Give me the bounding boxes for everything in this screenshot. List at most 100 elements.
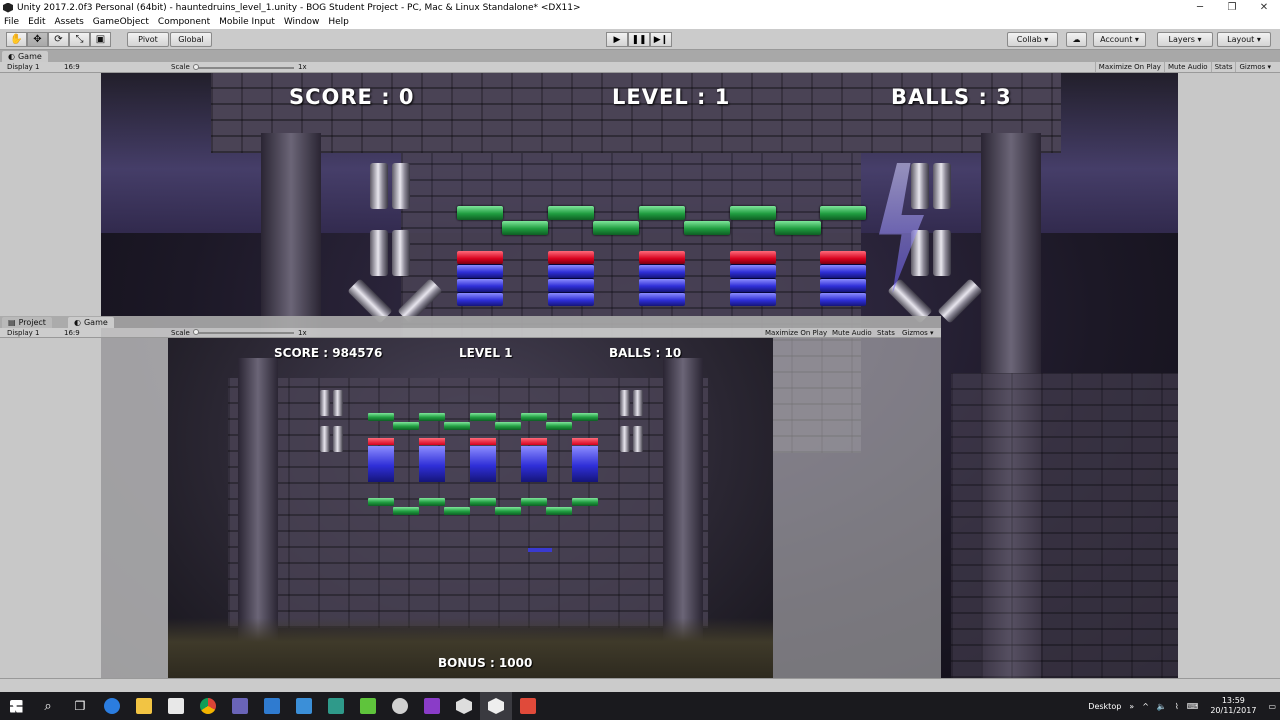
taskbar-unity[interactable] xyxy=(448,692,480,720)
layout-button[interactable]: Layout ▾ xyxy=(1217,32,1271,47)
preview-hud-score: SCORE : 984576 xyxy=(274,346,383,360)
notification-icon[interactable]: ▭ xyxy=(1268,702,1276,711)
mute-audio-toggle-2[interactable]: Mute Audio xyxy=(832,329,872,337)
camtasia-icon xyxy=(360,698,376,714)
taskbar-chrome[interactable] xyxy=(192,692,224,720)
window-title-bar: Unity 2017.2.0f3 Personal (64bit) - haun… xyxy=(0,0,1280,15)
collab-button[interactable]: Collab ▾ xyxy=(1007,32,1058,47)
menu-mobile-input[interactable]: Mobile Input xyxy=(219,17,275,27)
rotate-tool-icon[interactable]: ⟳ xyxy=(48,32,69,47)
folder-icon xyxy=(136,698,152,714)
preview-pipe xyxy=(320,390,330,416)
stats-toggle-2[interactable]: Stats xyxy=(877,329,895,337)
show-hidden-icon[interactable]: ^ xyxy=(1142,702,1149,711)
menu-window[interactable]: Window xyxy=(284,17,320,27)
window-controls: ─ ❐ ✕ xyxy=(1184,0,1280,15)
window-title: Unity 2017.2.0f3 Personal (64bit) - haun… xyxy=(17,2,581,13)
start-button[interactable] xyxy=(0,692,32,720)
volume-icon[interactable]: 🔈 xyxy=(1157,702,1167,711)
network-icon[interactable]: ⌇ xyxy=(1175,702,1179,711)
menu-component[interactable]: Component xyxy=(158,17,210,27)
display-dropdown-2[interactable]: Display 1 xyxy=(7,329,39,337)
scale-tool-icon[interactable]: ⤡ xyxy=(69,32,90,47)
main-toolbar: ✋ ✥ ⟳ ⤡ ▣ Pivot Global ▶ ❚❚ ▶❙ Collab ▾ … xyxy=(0,29,1280,50)
step-button[interactable]: ▶❙ xyxy=(650,32,672,47)
layers-button[interactable]: Layers ▾ xyxy=(1157,32,1213,47)
aspect-dropdown[interactable]: 16:9 xyxy=(64,63,80,71)
move-tool-icon[interactable]: ✥ xyxy=(27,32,48,47)
menu-gameobject[interactable]: GameObject xyxy=(93,17,149,27)
play-button[interactable]: ▶ xyxy=(606,32,628,47)
maximize-on-play-toggle[interactable]: Maximize On Play xyxy=(1094,62,1164,72)
preview-brick-green xyxy=(572,498,598,506)
brick-blue xyxy=(730,264,776,278)
taskbar-media[interactable] xyxy=(288,692,320,720)
account-button[interactable]: Account ▾ xyxy=(1093,32,1146,47)
close-button[interactable]: ✕ xyxy=(1248,0,1280,15)
pivot-button[interactable]: Pivot xyxy=(127,32,169,47)
scale-value: 1x xyxy=(298,63,307,71)
gizmos-dropdown-2[interactable]: Gizmos ▾ xyxy=(902,329,934,337)
chevron-icon[interactable]: » xyxy=(1129,702,1134,711)
mute-audio-toggle[interactable]: Mute Audio xyxy=(1163,62,1211,72)
photoshop-icon xyxy=(264,698,280,714)
hand-tool-icon[interactable]: ✋ xyxy=(6,32,27,47)
menu-assets[interactable]: Assets xyxy=(55,17,84,27)
display-dropdown[interactable]: Display 1 xyxy=(7,63,39,71)
game-scene-preview[interactable]: SCORE : 984576 LEVEL 1 BALLS : 10 BONUS … xyxy=(168,338,773,678)
cloud-icon: ☁ xyxy=(1072,35,1081,44)
taskbar-explorer[interactable] xyxy=(128,692,160,720)
search-button[interactable]: ⌕ xyxy=(32,692,64,720)
scale-slider-track-2[interactable] xyxy=(194,332,294,334)
preview-pipe xyxy=(633,426,643,452)
brick-blue xyxy=(639,292,685,306)
taskbar-unity-active[interactable] xyxy=(480,692,512,720)
desktop-toolbar[interactable]: Desktop xyxy=(1088,702,1121,711)
keyboard-icon[interactable]: ⌨ xyxy=(1187,702,1199,711)
preview-hud-level: LEVEL 1 xyxy=(459,346,513,360)
taskbar-audition[interactable] xyxy=(320,692,352,720)
taskbar-visual-studio[interactable] xyxy=(416,692,448,720)
aspect-dropdown-2[interactable]: 16:9 xyxy=(64,329,80,337)
search-icon: ⌕ xyxy=(44,698,52,714)
maximize-on-play-toggle-2[interactable]: Maximize On Play xyxy=(765,329,827,337)
layers-label: Layers ▾ xyxy=(1168,35,1202,44)
tab-game-2[interactable]: ◐ Game xyxy=(68,317,114,328)
tab-project-label: Project xyxy=(18,318,46,327)
brick-green xyxy=(593,221,639,235)
taskbar-after-effects[interactable] xyxy=(224,692,256,720)
brick-blue xyxy=(548,292,594,306)
taskbar-recorder[interactable] xyxy=(512,692,544,720)
system-tray: Desktop » ^ 🔈 ⌇ ⌨ 13:59 20/11/2017 ▭ xyxy=(1084,692,1280,720)
tab-project[interactable]: ▤ Project xyxy=(2,317,52,328)
clock-date: 20/11/2017 xyxy=(1210,706,1257,715)
taskbar-photoshop[interactable] xyxy=(256,692,288,720)
brick-green xyxy=(639,206,685,220)
stats-toggle[interactable]: Stats xyxy=(1210,62,1236,72)
preview-brick-green xyxy=(419,413,445,421)
minimize-button[interactable]: ─ xyxy=(1184,0,1216,15)
scale-slider-knob[interactable] xyxy=(193,64,199,70)
menu-edit[interactable]: Edit xyxy=(28,17,45,27)
taskbar-store[interactable] xyxy=(160,692,192,720)
clock[interactable]: 13:59 20/11/2017 xyxy=(1210,696,1256,716)
gizmos-dropdown[interactable]: Gizmos ▾ xyxy=(1235,62,1274,72)
menu-help[interactable]: Help xyxy=(328,17,349,27)
scale-slider-track[interactable] xyxy=(194,67,294,69)
pivot-label: Pivot xyxy=(138,35,158,44)
game-tab-bar: ◐ Game xyxy=(0,50,1280,62)
preview-brick-green xyxy=(444,507,470,515)
task-view-button[interactable]: ❐ xyxy=(64,692,96,720)
maximize-button[interactable]: ❐ xyxy=(1216,0,1248,15)
scale-slider-knob-2[interactable] xyxy=(193,329,199,335)
rect-tool-icon[interactable]: ▣ xyxy=(90,32,111,47)
pause-button[interactable]: ❚❚ xyxy=(628,32,650,47)
menu-file[interactable]: File xyxy=(4,17,19,27)
tab-game[interactable]: ◐ Game xyxy=(2,51,48,62)
global-button[interactable]: Global xyxy=(170,32,212,47)
cloud-button[interactable]: ☁ xyxy=(1066,32,1087,47)
taskbar-edge[interactable] xyxy=(96,692,128,720)
taskbar-controller[interactable] xyxy=(384,692,416,720)
preview-brick-red xyxy=(419,438,445,445)
taskbar-camtasia[interactable] xyxy=(352,692,384,720)
